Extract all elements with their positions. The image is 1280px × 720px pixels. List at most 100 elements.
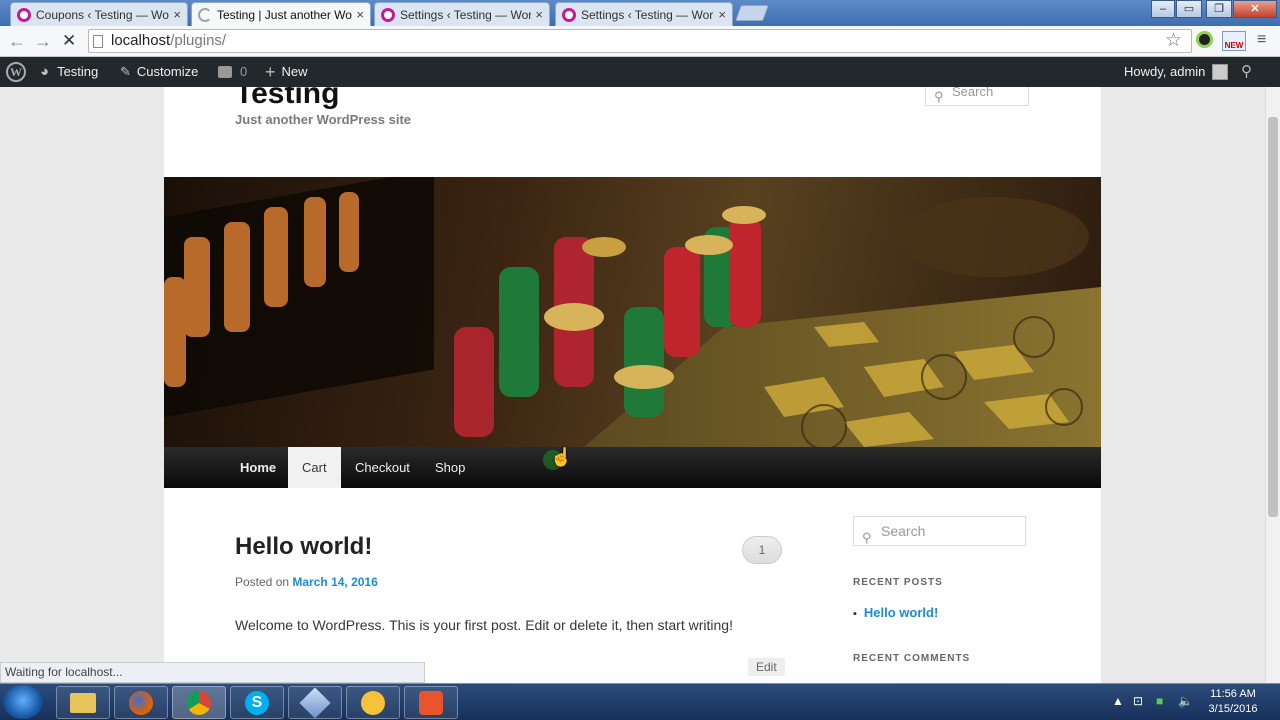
loading-spinner-icon bbox=[198, 7, 212, 22]
woocommerce-icon bbox=[381, 7, 395, 22]
close-tab-icon[interactable]: × bbox=[535, 7, 543, 22]
search-icon: ⚲ bbox=[1241, 63, 1252, 80]
nav-item-checkout[interactable]: Checkout bbox=[341, 447, 424, 488]
cube-icon bbox=[299, 686, 331, 719]
clock-date: 3/15/2016 bbox=[1208, 703, 1258, 715]
skype-icon: S bbox=[245, 690, 269, 715]
show-hidden-icons[interactable]: ▲ bbox=[1112, 694, 1124, 708]
customize-label: Customize bbox=[136, 64, 199, 79]
tab-label: Settings ‹ Testing — Wor bbox=[581, 7, 714, 22]
posted-on-label: Posted on bbox=[235, 575, 290, 589]
network-icon[interactable]: ⊡ bbox=[1133, 694, 1143, 708]
url-input[interactable]: localhost/plugins/ bbox=[88, 29, 1192, 53]
restore-button[interactable]: ❐ bbox=[1206, 0, 1232, 18]
volume-icon[interactable]: 🔈 bbox=[1178, 694, 1193, 708]
browser-tab[interactable]: Coupons ‹ Testing — Wor × bbox=[10, 2, 188, 26]
nav-item-shop[interactable]: Shop bbox=[421, 447, 479, 488]
recent-post-link[interactable]: Hello world! bbox=[853, 605, 938, 620]
forward-icon[interactable]: → bbox=[34, 31, 52, 52]
recent-comments-heading: RECENT COMMENTS bbox=[853, 653, 971, 664]
new-tab-button[interactable] bbox=[735, 5, 769, 21]
search-icon: ⚲ bbox=[862, 530, 872, 545]
site-page: Testing Just another WordPress site ⚲ Se… bbox=[164, 87, 1101, 687]
browser-tab[interactable]: Settings ‹ Testing — Wor × bbox=[555, 2, 733, 26]
bookmark-star-icon[interactable]: ☆ bbox=[1165, 29, 1182, 52]
system-clock[interactable]: 11:56 AM 3/15/2016 bbox=[1200, 687, 1266, 717]
edit-post-link[interactable]: Edit bbox=[748, 658, 785, 676]
start-button[interactable] bbox=[3, 685, 43, 719]
recent-posts-heading: RECENT POSTS bbox=[853, 577, 943, 588]
firefox-taskbar-button[interactable] bbox=[114, 686, 168, 719]
user-button[interactable]: ▭ bbox=[1176, 0, 1202, 18]
address-toolbar: ← → ✕ localhost/plugins/ ☆ NEW ≡ bbox=[0, 26, 1280, 57]
primary-navigation: Home Cart Checkout Shop bbox=[164, 447, 1101, 488]
explorer-taskbar-button[interactable] bbox=[56, 686, 110, 719]
minimize-button[interactable]: – bbox=[1151, 0, 1175, 18]
comments-count: 0 bbox=[240, 64, 248, 79]
virtualbox-taskbar-button[interactable] bbox=[288, 686, 342, 719]
site-title[interactable]: Testing bbox=[235, 87, 339, 111]
woocommerce-icon bbox=[17, 7, 31, 22]
comments-link[interactable]: 0 bbox=[218, 57, 247, 87]
close-window-button[interactable]: ✕ bbox=[1233, 0, 1277, 18]
menu-icon[interactable]: ≡ bbox=[1257, 31, 1266, 49]
nav-item-home[interactable]: Home bbox=[226, 447, 290, 488]
comment-icon bbox=[218, 66, 232, 78]
post-meta: Posted on March 14, 2016 bbox=[235, 575, 378, 589]
plus-icon: + bbox=[265, 62, 276, 82]
scrollbar-thumb[interactable] bbox=[1268, 117, 1278, 517]
header-search-input[interactable]: ⚲ Search bbox=[925, 87, 1029, 106]
admin-search-button[interactable]: ⚲ bbox=[1241, 57, 1252, 87]
customize-link[interactable]: ✎ Customize bbox=[120, 57, 198, 87]
url-host: localhost bbox=[111, 32, 171, 49]
back-icon[interactable]: ← bbox=[8, 31, 26, 52]
wp-admin-bar: W ◕ Testing ✎ Customize 0 + New Howdy, admi… bbox=[0, 57, 1280, 87]
new-label: New bbox=[281, 64, 308, 79]
chrome-taskbar-button[interactable] bbox=[172, 686, 226, 719]
site-description: Just another WordPress site bbox=[235, 112, 412, 127]
nav-item-cart[interactable]: Cart bbox=[288, 447, 341, 488]
recorder-icon bbox=[419, 690, 443, 715]
howdy-label: Howdy, admin bbox=[1124, 64, 1206, 79]
tray-app-icon[interactable]: ■ bbox=[1156, 694, 1163, 708]
header-search-placeholder: Search bbox=[952, 87, 994, 99]
folder-icon bbox=[70, 692, 96, 713]
clock-time: 11:56 AM bbox=[1210, 688, 1256, 700]
my-account-menu[interactable]: Howdy, admin bbox=[1124, 57, 1229, 87]
tab-label: Settings ‹ Testing — Wor bbox=[400, 7, 532, 22]
stop-loading-icon[interactable]: ✕ bbox=[62, 31, 76, 51]
recorder-taskbar-button[interactable] bbox=[404, 686, 458, 719]
browser-tab[interactable]: Settings ‹ Testing — Wor × bbox=[374, 2, 550, 26]
brush-icon: ✎ bbox=[120, 64, 131, 79]
avatar bbox=[1212, 64, 1229, 80]
dashboard-icon: ◕ bbox=[40, 63, 50, 80]
post-date-link[interactable]: March 14, 2016 bbox=[292, 575, 377, 589]
app-taskbar-button[interactable] bbox=[346, 686, 400, 719]
chess-pieces-image bbox=[164, 177, 1101, 447]
close-tab-icon[interactable]: × bbox=[718, 7, 726, 22]
post-title[interactable]: Hello world! bbox=[235, 533, 372, 561]
wp-logo-menu[interactable]: W bbox=[6, 57, 26, 87]
extension-icon[interactable] bbox=[1196, 31, 1213, 48]
close-tab-icon[interactable]: × bbox=[356, 7, 364, 22]
hand-cursor-icon: ☝ bbox=[550, 447, 573, 467]
cast-new-icon[interactable]: NEW bbox=[1222, 31, 1246, 51]
search-icon: ⚲ bbox=[934, 89, 944, 104]
sidebar-search-input[interactable]: ⚲ Search bbox=[853, 516, 1026, 546]
url-path: /plugins/ bbox=[170, 32, 227, 49]
comment-count-bubble[interactable]: 1 bbox=[742, 536, 782, 564]
new-content-menu[interactable]: + New bbox=[265, 57, 308, 87]
skype-taskbar-button[interactable]: S bbox=[230, 686, 284, 719]
firefox-icon bbox=[129, 690, 153, 715]
header-banner-image bbox=[164, 177, 1101, 447]
tab-label: Testing | Just another Wo bbox=[217, 7, 352, 22]
wordpress-logo-icon: W bbox=[6, 62, 26, 82]
close-tab-icon[interactable]: × bbox=[173, 7, 181, 22]
site-name-menu[interactable]: ◕ Testing bbox=[40, 57, 98, 87]
woocommerce-icon bbox=[562, 7, 576, 22]
windows-taskbar: S ▲ ⊡ ■ 🔈 11:56 AM 3/15/2016 bbox=[0, 683, 1280, 720]
browser-status-bar: Waiting for localhost... bbox=[0, 662, 425, 683]
page-scrollbar[interactable] bbox=[1265, 87, 1280, 683]
browser-tab-active[interactable]: Testing | Just another Wo × bbox=[191, 2, 371, 26]
browser-tab-strip: Coupons ‹ Testing — Wor × Testing | Just… bbox=[0, 0, 1280, 26]
